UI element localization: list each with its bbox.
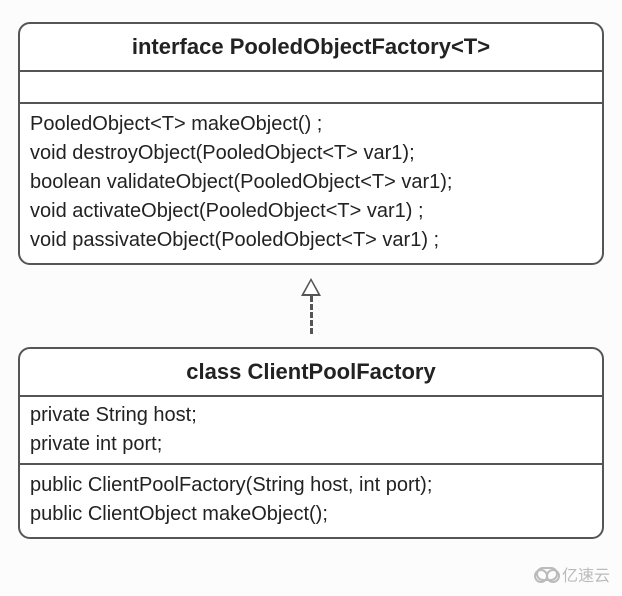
class-attributes-section: private String host; private int port; [20,397,602,465]
interface-methods-section: PooledObject<T> makeObject() ; void dest… [20,104,602,263]
class-attribute: private int port; [30,430,592,459]
interface-box: interface PooledObjectFactory<T> PooledO… [18,22,604,265]
interface-attributes-empty [20,72,602,104]
class-method: public ClientObject makeObject(); [30,500,592,529]
realization-arrow [10,273,612,339]
class-title: class ClientPoolFactory [20,349,602,397]
watermark-cloud-icon [536,567,558,581]
interface-method: boolean validateObject(PooledObject<T> v… [30,168,592,197]
arrow-head-icon [301,278,321,296]
class-method: public ClientPoolFactory(String host, in… [30,471,592,500]
interface-method: void activateObject(PooledObject<T> var1… [30,197,592,226]
class-attribute: private String host; [30,401,592,430]
class-methods-section: public ClientPoolFactory(String host, in… [20,465,602,537]
class-box: class ClientPoolFactory private String h… [18,347,604,539]
interface-method: void passivateObject(PooledObject<T> var… [30,226,592,255]
interface-method: PooledObject<T> makeObject() ; [30,110,592,139]
watermark-text: 亿速云 [562,562,610,586]
arrow-shaft-icon [310,296,313,334]
watermark: 亿速云 [536,562,610,586]
interface-title: interface PooledObjectFactory<T> [20,24,602,72]
interface-method: void destroyObject(PooledObject<T> var1)… [30,139,592,168]
